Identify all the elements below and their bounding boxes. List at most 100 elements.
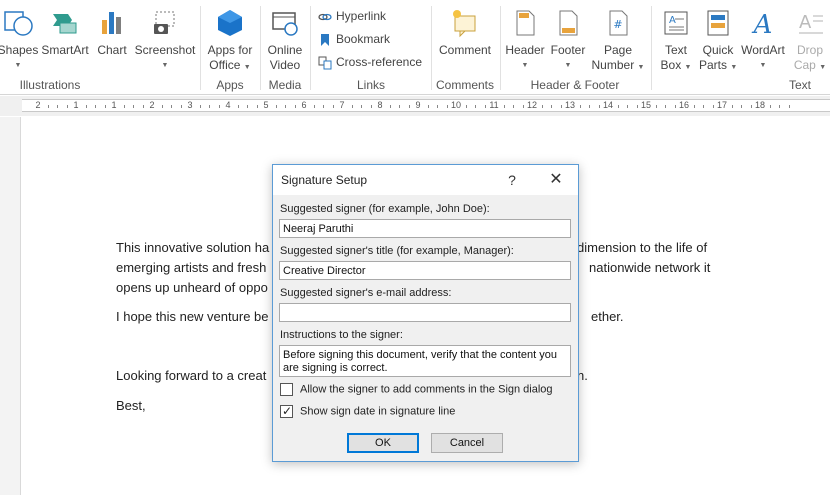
- ruler-tick: [560, 105, 562, 108]
- drop-cap-label-line2: Cap ▼: [793, 58, 827, 72]
- show-date-checkbox-row[interactable]: ✓ Show sign date in signature line: [280, 404, 456, 421]
- header-icon: [516, 10, 535, 36]
- ruler-tick: [351, 105, 353, 108]
- ruler-tick: [199, 105, 201, 108]
- svg-text:#: #: [613, 18, 622, 31]
- svg-text:A: A: [799, 12, 812, 33]
- signer-label: Suggested signer (for example, John Doe)…: [280, 203, 490, 215]
- doc-line-4-end: ether.: [591, 309, 624, 324]
- ruler-tick: [66, 105, 68, 108]
- ruler-tick: [665, 105, 666, 108]
- cross-reference-button[interactable]: Cross-reference: [318, 52, 422, 72]
- bookmark-button[interactable]: Bookmark: [318, 29, 390, 49]
- drop-cap-icon: A: [799, 12, 823, 34]
- doc-line-3: opens up unheard of oppo: [116, 280, 268, 295]
- group-label-media: Media: [268, 78, 302, 92]
- ruler-track: 2 1 1 2 3 4 5 6 7 8 9 10 11 12 13 14 15 16 17 18: [22, 99, 830, 112]
- signer-title-input[interactable]: [279, 261, 571, 280]
- bookmark-label: Bookmark: [336, 32, 391, 46]
- show-date-label: Show sign date in signature line: [300, 405, 456, 418]
- group-label-header-footer: Header & Footer: [530, 78, 620, 92]
- quick-parts-button[interactable]: Quick Parts ▼: [699, 0, 737, 76]
- ruler-tick: [180, 105, 182, 108]
- show-date-checkbox[interactable]: ✓: [280, 404, 293, 418]
- online-video-icon: [272, 12, 298, 36]
- chevron-down-icon: ▼: [759, 62, 767, 69]
- apps-for-office-button[interactable]: Apps for Office ▼: [202, 0, 258, 76]
- online-video-label-line2: Video: [269, 58, 301, 72]
- ruler-tick: [503, 105, 505, 108]
- ruler-tick: [655, 105, 657, 108]
- ruler-tick: [285, 105, 286, 108]
- comment-button[interactable]: Comment: [434, 0, 496, 76]
- page-number-label-line1: Page: [603, 43, 633, 57]
- quick-parts-icon: [707, 10, 729, 36]
- signer-input[interactable]: [279, 219, 571, 238]
- ruler-tick: [323, 105, 324, 108]
- hyperlink-icon: [318, 13, 332, 20]
- chart-button[interactable]: Chart: [92, 0, 132, 76]
- ruler-tick: [674, 105, 676, 108]
- shapes-icon: [4, 11, 33, 36]
- ruler-number: 7: [339, 100, 345, 110]
- ruler-tick: [370, 105, 372, 108]
- text-box-button[interactable]: A Text Box ▼: [654, 0, 698, 76]
- chevron-down-icon: ▼: [14, 62, 22, 69]
- screenshot-button[interactable]: Screenshot ▼: [134, 0, 196, 76]
- hyperlink-button[interactable]: Hyperlink: [318, 6, 386, 26]
- close-icon[interactable]: ✕: [545, 170, 567, 190]
- horizontal-ruler[interactable]: 2 1 1 2 3 4 5 6 7 8 9 10 11 12 13 14 15 16 17 18: [0, 96, 830, 116]
- ok-button[interactable]: OK: [347, 433, 419, 453]
- help-icon[interactable]: ?: [502, 170, 522, 190]
- ruler-tick: [741, 105, 742, 108]
- bookmark-icon: [321, 33, 329, 46]
- ruler-tick: [247, 105, 248, 108]
- ruler-tick: [522, 105, 524, 108]
- ruler-number: 13: [564, 100, 576, 110]
- smartart-button[interactable]: SmartArt: [40, 0, 90, 76]
- wordart-button[interactable]: A WordArt ▼: [738, 0, 788, 76]
- ruler-tick: [437, 105, 438, 108]
- text-box-label-line2: Box ▼: [660, 58, 692, 72]
- drop-cap-button[interactable]: A Drop Cap ▼: [790, 0, 830, 76]
- ribbon: Shapes ▼ SmartArt Chart Screenshot ▼ Ill…: [0, 0, 830, 95]
- signer-email-input[interactable]: [279, 303, 571, 322]
- comment-label: Comment: [438, 43, 491, 57]
- online-video-button[interactable]: Online Video: [262, 0, 308, 76]
- ruler-tick: [133, 105, 134, 108]
- doc-line-5: Looking forward to a creat: [116, 368, 267, 383]
- chart-label: Chart: [97, 43, 127, 57]
- ruler-number: 17: [716, 100, 728, 110]
- cross-reference-label: Cross-reference: [336, 55, 423, 69]
- text-box-label-line1: Text: [664, 43, 687, 57]
- allow-comments-checkbox-row[interactable]: Allow the signer to add comments in the …: [280, 383, 553, 399]
- allow-comments-checkbox[interactable]: [280, 383, 293, 396]
- doc-line-6: Best,: [116, 398, 146, 413]
- ruler-tick: [731, 105, 733, 108]
- shapes-button[interactable]: Shapes ▼: [0, 0, 40, 76]
- ruler-number: 14: [602, 100, 614, 110]
- ruler-tick: [617, 105, 619, 108]
- ruler-tick: [218, 105, 220, 108]
- signer-email-label: Suggested signer's e-mail address:: [280, 287, 452, 299]
- dialog-title-bar[interactable]: Signature Setup ? ✕: [273, 165, 578, 195]
- smartart-label: SmartArt: [41, 43, 89, 57]
- svg-text:A: A: [669, 15, 676, 26]
- page-number-button[interactable]: # Page Number ▼: [590, 0, 646, 76]
- ruler-tick: [142, 105, 144, 108]
- doc-line-1-end: dimension to the life of: [577, 240, 708, 255]
- cancel-button[interactable]: Cancel: [431, 433, 503, 453]
- ruler-tick: [95, 105, 96, 108]
- instructions-textarea[interactable]: Before signing this document, verify tha…: [279, 345, 571, 377]
- group-separator: [500, 6, 501, 90]
- ruler-number: 10: [450, 100, 462, 110]
- ruler-tick: [513, 105, 514, 108]
- header-button[interactable]: Header ▼: [504, 0, 546, 76]
- ruler-tick: [750, 105, 752, 108]
- footer-label: Footer: [550, 43, 586, 57]
- ruler-tick: [636, 105, 638, 108]
- ruler-number: 12: [526, 100, 538, 110]
- ruler-number: 18: [754, 100, 766, 110]
- footer-button[interactable]: Footer ▼: [547, 0, 589, 76]
- ruler-tick: [275, 105, 277, 108]
